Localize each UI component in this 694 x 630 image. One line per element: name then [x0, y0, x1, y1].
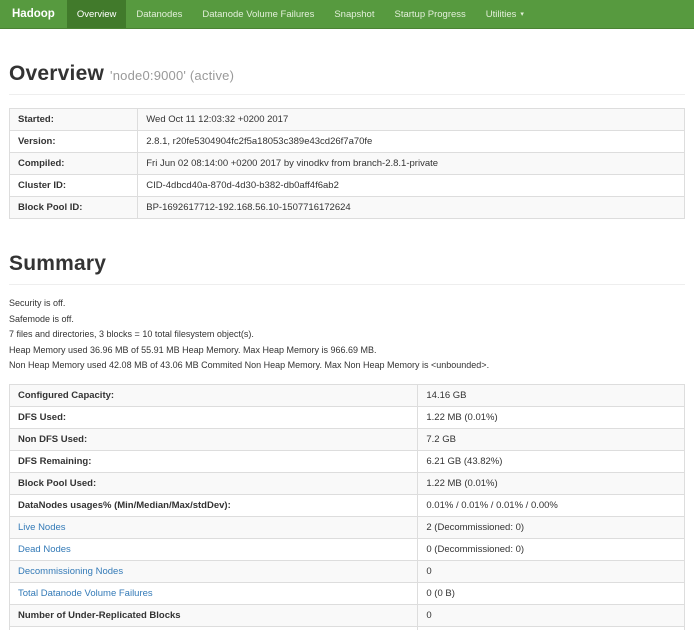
table-row: Configured Capacity: 14.16 GB — [10, 385, 685, 407]
row-label: Version: — [10, 131, 138, 153]
row-value: Wed Oct 11 12:03:32 +0200 2017 — [138, 109, 685, 131]
row-value: 0 — [418, 627, 685, 630]
row-value: 1.22 MB (0.01%) — [418, 407, 685, 429]
table-row: Decommissioning Nodes 0 — [10, 561, 685, 583]
divider — [9, 284, 685, 285]
nav-item-snapshot[interactable]: Snapshot — [324, 0, 384, 28]
row-value: 0 (Decommissioned: 0) — [418, 539, 685, 561]
row-value: 0 — [418, 561, 685, 583]
table-row: Total Datanode Volume Failures 0 (0 B) — [10, 583, 685, 605]
heap-memory-status: Heap Memory used 36.96 MB of 55.91 MB He… — [9, 345, 685, 355]
row-value: Fri Jun 02 08:14:00 +0200 2017 by vinodk… — [138, 153, 685, 175]
overview-title: Overview — [9, 62, 104, 85]
table-row: Number of Under-Replicated Blocks 0 — [10, 605, 685, 627]
summary-table: Configured Capacity: 14.16 GB DFS Used: … — [9, 384, 685, 630]
namenode-address: 'node0:9000' (active) — [110, 68, 234, 83]
summary-title: Summary — [9, 252, 685, 276]
row-value: BP-1692617712-192.168.56.10-150771617262… — [138, 197, 685, 219]
row-label: Number of Under-Replicated Blocks — [10, 605, 418, 627]
nav-item-datanode-volume-failures[interactable]: Datanode Volume Failures — [192, 0, 324, 28]
nav-item-utilities[interactable]: Utilities ▾ — [476, 0, 534, 28]
row-value: CID-4dbcd40a-870d-4d30-b382-db0aff4f6ab2 — [138, 175, 685, 197]
row-label: Number of Blocks Pending Deletion — [10, 627, 418, 630]
row-label: DFS Used: — [10, 407, 418, 429]
row-label: DataNodes usages% (Min/Median/Max/stdDev… — [10, 495, 418, 517]
safemode-status: Safemode is off. — [9, 314, 685, 324]
row-value: 0.01% / 0.01% / 0.01% / 0.00% — [418, 495, 685, 517]
table-row: Live Nodes 2 (Decommissioned: 0) — [10, 517, 685, 539]
security-status: Security is off. — [9, 298, 685, 308]
table-row: DFS Used: 1.22 MB (0.01%) — [10, 407, 685, 429]
row-label: Block Pool Used: — [10, 473, 418, 495]
chevron-down-icon: ▾ — [520, 10, 524, 18]
navbar: Hadoop Overview Datanodes Datanode Volum… — [0, 0, 694, 29]
row-value: 2 (Decommissioned: 0) — [418, 517, 685, 539]
row-label: Non DFS Used: — [10, 429, 418, 451]
row-value: 0 — [418, 605, 685, 627]
hadoop-brand[interactable]: Hadoop — [0, 0, 67, 28]
row-value: 7.2 GB — [418, 429, 685, 451]
row-value: 0 (0 B) — [418, 583, 685, 605]
row-label: Compiled: — [10, 153, 138, 175]
row-label: DFS Remaining: — [10, 451, 418, 473]
table-row: Non DFS Used: 7.2 GB — [10, 429, 685, 451]
row-value: 2.8.1, r20fe5304904fc2f5a18053c389e43cd2… — [138, 131, 685, 153]
table-row: Started: Wed Oct 11 12:03:32 +0200 2017 — [10, 109, 685, 131]
row-label: Total Datanode Volume Failures — [10, 583, 418, 605]
row-label: Cluster ID: — [10, 175, 138, 197]
row-label: Live Nodes — [10, 517, 418, 539]
row-value: 14.16 GB — [418, 385, 685, 407]
filesystem-objects-status: 7 files and directories, 3 blocks = 10 t… — [9, 329, 685, 339]
table-row: DataNodes usages% (Min/Median/Max/stdDev… — [10, 495, 685, 517]
nav-item-startup-progress[interactable]: Startup Progress — [384, 0, 475, 28]
row-label: Started: — [10, 109, 138, 131]
row-label: Block Pool ID: — [10, 197, 138, 219]
decommissioning-nodes-link[interactable]: Decommissioning Nodes — [18, 566, 123, 577]
live-nodes-link[interactable]: Live Nodes — [18, 522, 66, 533]
divider — [9, 94, 685, 95]
non-heap-memory-status: Non Heap Memory used 42.08 MB of 43.06 M… — [9, 360, 685, 370]
overview-table: Started: Wed Oct 11 12:03:32 +0200 2017 … — [9, 108, 685, 219]
row-value: 6.21 GB (43.82%) — [418, 451, 685, 473]
row-label: Decommissioning Nodes — [10, 561, 418, 583]
total-datanode-volume-failures-link[interactable]: Total Datanode Volume Failures — [18, 588, 153, 599]
nav-item-overview[interactable]: Overview — [67, 0, 127, 28]
summary-status-lines: Security is off. Safemode is off. 7 file… — [9, 298, 685, 370]
table-row: Block Pool Used: 1.22 MB (0.01%) — [10, 473, 685, 495]
table-row: Dead Nodes 0 (Decommissioned: 0) — [10, 539, 685, 561]
nav-item-datanodes[interactable]: Datanodes — [126, 0, 192, 28]
table-row: Version: 2.8.1, r20fe5304904fc2f5a18053c… — [10, 131, 685, 153]
table-row: Cluster ID: CID-4dbcd40a-870d-4d30-b382-… — [10, 175, 685, 197]
row-label: Configured Capacity: — [10, 385, 418, 407]
nav-item-utilities-label: Utilities — [486, 9, 517, 20]
page-title: Overview 'node0:9000' (active) — [9, 62, 685, 86]
row-label: Dead Nodes — [10, 539, 418, 561]
row-value: 1.22 MB (0.01%) — [418, 473, 685, 495]
table-row: Compiled: Fri Jun 02 08:14:00 +0200 2017… — [10, 153, 685, 175]
dead-nodes-link[interactable]: Dead Nodes — [18, 544, 71, 555]
main-content: Overview 'node0:9000' (active) Started: … — [0, 62, 694, 630]
table-row: Block Pool ID: BP-1692617712-192.168.56.… — [10, 197, 685, 219]
table-row: DFS Remaining: 6.21 GB (43.82%) — [10, 451, 685, 473]
table-row: Number of Blocks Pending Deletion 0 — [10, 627, 685, 630]
